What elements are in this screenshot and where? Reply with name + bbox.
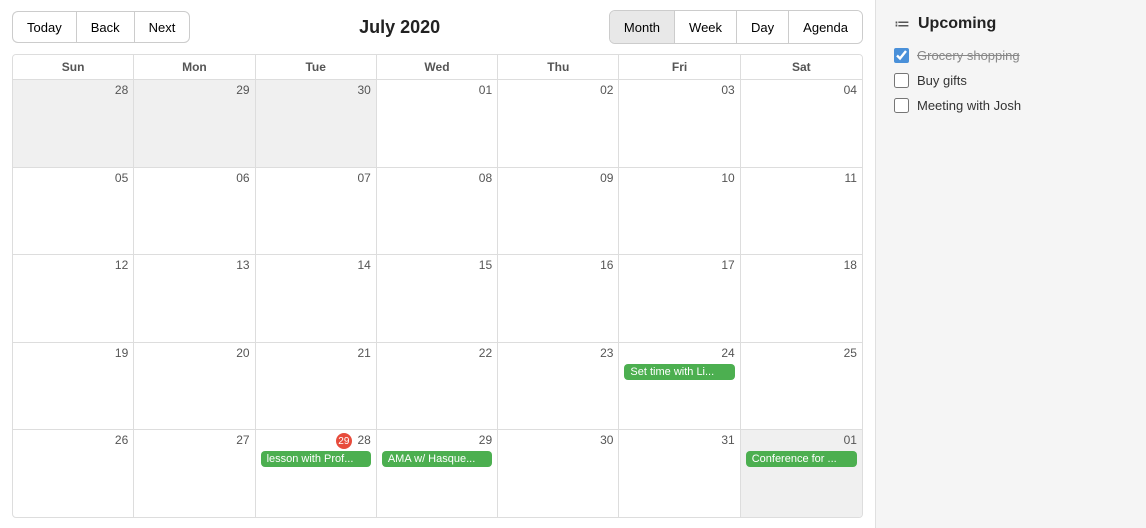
day-cell[interactable]: 30 [256, 80, 377, 167]
day-cell[interactable]: 03 [619, 80, 740, 167]
day-cell[interactable]: 31 [619, 430, 740, 517]
event-pill[interactable]: Conference for ... [746, 451, 857, 467]
todo-item: Grocery shopping [894, 48, 1128, 63]
header-sat: Sat [741, 55, 862, 79]
day-cell[interactable]: 09 [498, 168, 619, 255]
todo-checkbox-meeting[interactable] [894, 98, 909, 113]
header-mon: Mon [134, 55, 255, 79]
week-row: 12 13 14 15 16 17 18 [13, 255, 862, 343]
day-cell[interactable]: 08 [377, 168, 498, 255]
todo-item: Buy gifts [894, 73, 1128, 88]
todo-label-meeting: Meeting with Josh [917, 98, 1021, 113]
header-wed: Wed [377, 55, 498, 79]
todo-checkbox-gifts[interactable] [894, 73, 909, 88]
day-cell[interactable]: 28 [13, 80, 134, 167]
event-pill[interactable]: AMA w/ Hasque... [382, 451, 492, 467]
day-headers: Sun Mon Tue Wed Thu Fri Sat [13, 55, 862, 80]
list-icon: ≔ [894, 14, 910, 34]
todo-label-grocery: Grocery shopping [917, 48, 1020, 63]
view-agenda-button[interactable]: Agenda [789, 11, 862, 43]
view-switcher: Month Week Day Agenda [609, 10, 863, 44]
day-cell[interactable]: 11 [741, 168, 862, 255]
week-row: 19 20 21 22 23 24 Set time with Li... 25 [13, 343, 862, 431]
sidebar-title: Upcoming [918, 15, 996, 33]
day-cell[interactable]: 15 [377, 255, 498, 342]
day-cell[interactable]: 16 [498, 255, 619, 342]
week-row: 05 06 07 08 09 10 11 [13, 168, 862, 256]
view-day-button[interactable]: Day [737, 11, 789, 43]
calendar-grid: Sun Mon Tue Wed Thu Fri Sat 28 29 30 01 … [12, 54, 863, 518]
todo-checkbox-grocery[interactable] [894, 48, 909, 63]
day-cell[interactable]: 02 [498, 80, 619, 167]
day-cell[interactable]: 30 [498, 430, 619, 517]
day-cell[interactable]: 19 [13, 343, 134, 430]
day-cell[interactable]: 22 [377, 343, 498, 430]
sidebar-header: ≔ Upcoming [894, 14, 1128, 34]
todo-label-gifts: Buy gifts [917, 73, 967, 88]
day-cell[interactable]: 01 Conference for ... [741, 430, 862, 517]
next-button[interactable]: Next [134, 11, 191, 43]
day-cell[interactable]: 26 [13, 430, 134, 517]
view-month-button[interactable]: Month [610, 11, 675, 43]
day-cell[interactable]: 07 [256, 168, 377, 255]
calendar-title: July 2020 [190, 17, 609, 38]
day-cell[interactable]: 28 29 lesson with Prof... [256, 430, 377, 517]
day-cell[interactable]: 23 [498, 343, 619, 430]
day-cell[interactable]: 06 [134, 168, 255, 255]
day-cell[interactable]: 01 [377, 80, 498, 167]
nav-buttons: Today Back Next [12, 11, 190, 43]
today-button[interactable]: Today [12, 11, 76, 43]
day-cell[interactable]: 13 [134, 255, 255, 342]
day-cell[interactable]: 10 [619, 168, 740, 255]
event-pill[interactable]: Set time with Li... [624, 364, 734, 380]
day-cell[interactable]: 12 [13, 255, 134, 342]
day-cell[interactable]: 05 [13, 168, 134, 255]
day-cell[interactable]: 29 AMA w/ Hasque... [377, 430, 498, 517]
sidebar: ≔ Upcoming Grocery shopping Buy gifts Me… [876, 0, 1146, 528]
header-tue: Tue [256, 55, 377, 79]
toolbar: Today Back Next July 2020 Month Week Day… [12, 10, 863, 44]
day-cell[interactable]: 18 [741, 255, 862, 342]
week-row: 26 27 28 29 lesson with Prof... 29 AMA w… [13, 430, 862, 517]
day-cell[interactable]: 20 [134, 343, 255, 430]
calendar-panel: Today Back Next July 2020 Month Week Day… [0, 0, 876, 528]
weeks-container: 28 29 30 01 02 03 04 05 06 07 08 09 10 1… [13, 80, 862, 517]
day-cell[interactable]: 21 [256, 343, 377, 430]
todo-item: Meeting with Josh [894, 98, 1128, 113]
back-button[interactable]: Back [76, 11, 134, 43]
header-sun: Sun [13, 55, 134, 79]
header-thu: Thu [498, 55, 619, 79]
week-row: 28 29 30 01 02 03 04 [13, 80, 862, 168]
day-cell[interactable]: 17 [619, 255, 740, 342]
view-week-button[interactable]: Week [675, 11, 737, 43]
event-pill[interactable]: lesson with Prof... [261, 451, 371, 467]
day-cell[interactable]: 25 [741, 343, 862, 430]
day-cell[interactable]: 14 [256, 255, 377, 342]
day-cell[interactable]: 29 [134, 80, 255, 167]
day-cell[interactable]: 27 [134, 430, 255, 517]
header-fri: Fri [619, 55, 740, 79]
day-cell[interactable]: 04 [741, 80, 862, 167]
day-cell[interactable]: 24 Set time with Li... [619, 343, 740, 430]
